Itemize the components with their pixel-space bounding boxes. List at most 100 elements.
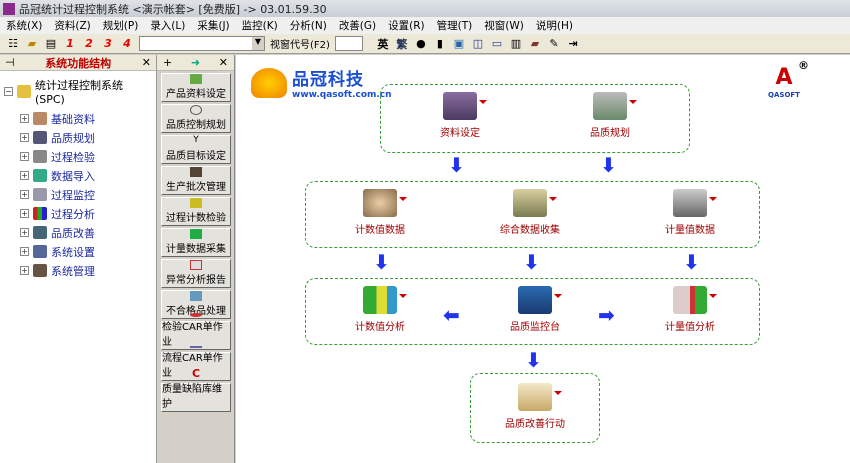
tree-item-label: 数据导入 <box>51 169 95 183</box>
menu-data[interactable]: 资料(Z) <box>48 18 96 33</box>
tree-item-quality-plan[interactable]: + 品质规划 <box>20 128 156 147</box>
chevron-down-icon[interactable]: ▼ <box>252 37 264 50</box>
close-icon[interactable]: ✕ <box>219 56 228 69</box>
tools-icon <box>33 264 47 277</box>
flow-node-attribute-analysis[interactable]: 计数值分析 <box>335 286 425 333</box>
spreadsheet-chart-icon <box>673 286 717 314</box>
quality-target-button[interactable]: Y 品质目标设定 <box>161 135 231 164</box>
terminal-icon <box>190 198 202 208</box>
monitor-icon <box>33 188 47 201</box>
computer-monitor-icon <box>518 286 562 314</box>
expand-icon[interactable]: + <box>20 228 29 237</box>
flow-node-variable-data[interactable]: 计量值数据 <box>645 189 735 236</box>
clipboard-chart-icon <box>513 189 557 217</box>
tree-item-process-monitor[interactable]: + 过程监控 <box>20 185 156 204</box>
shortcut-4-button[interactable]: 4 <box>120 37 134 51</box>
folder-icon[interactable]: ▰ <box>25 37 39 51</box>
calculator-icon[interactable]: ▮ <box>433 37 447 51</box>
window-title: 品冠统计过程控制系统 <演示帐套> [免费版] -> 03.01.59.30 <box>19 2 327 16</box>
node-label: 计数值数据 <box>355 225 405 236</box>
tree-item-quality-improve[interactable]: + 品质改善 <box>20 223 156 242</box>
menu-monitor[interactable]: 监控(K) <box>236 18 284 33</box>
pen-icon[interactable]: ✎ <box>547 37 561 51</box>
refresh-icon: C <box>191 367 201 380</box>
menu-window[interactable]: 视窗(W) <box>478 18 530 33</box>
shortcut-1-button[interactable]: 1 <box>63 37 77 51</box>
control-icon <box>190 105 202 115</box>
expand-icon[interactable]: + <box>20 247 29 256</box>
tree-item-label: 过程检验 <box>51 150 95 164</box>
pin-icon[interactable]: ⊣ <box>5 56 15 69</box>
traditional-chinese-button[interactable]: 繁 <box>395 37 409 51</box>
planner-icon <box>593 92 637 120</box>
expand-icon[interactable]: + <box>20 171 29 180</box>
tree-root[interactable]: − 统计过程控制系统 (SPC) <box>4 77 156 106</box>
tree-item-data-import[interactable]: + 数据导入 <box>20 166 156 185</box>
menu-input[interactable]: 录入(L) <box>144 18 191 33</box>
writing-icon <box>518 383 562 411</box>
menu-manage[interactable]: 管理(T) <box>431 18 479 33</box>
expand-icon[interactable]: + <box>20 190 29 199</box>
tree-item-basic-data[interactable]: + 基础资料 <box>20 109 156 128</box>
menu-improve[interactable]: 改善(G) <box>333 18 382 33</box>
menu-analysis[interactable]: 分析(N) <box>284 18 333 33</box>
window-select[interactable]: ▼ <box>139 36 265 51</box>
expand-icon[interactable]: + <box>20 152 29 161</box>
expand-icon[interactable]: + <box>20 266 29 275</box>
variable-data-collect-button[interactable]: 计量数据采集 <box>161 228 231 257</box>
ambulance-icon <box>190 260 202 270</box>
flow-node-data-collection[interactable]: 综合数据收集 <box>485 189 575 236</box>
flow-node-quality-plan[interactable]: 品质规划 <box>565 92 655 139</box>
import-icon <box>33 169 47 182</box>
menu-system[interactable]: 系统(X) <box>0 18 48 33</box>
quality-control-plan-button[interactable]: 品质控制规划 <box>161 104 231 133</box>
exit-icon[interactable]: ⇥ <box>566 37 580 51</box>
menu-help[interactable]: 说明(H) <box>530 18 579 33</box>
expand-icon[interactable]: + <box>20 133 29 142</box>
expand-icon[interactable]: + <box>20 114 29 123</box>
batch-manage-button[interactable]: 生产批次管理 <box>161 166 231 195</box>
tree-icon[interactable]: ☷ <box>6 37 20 51</box>
document-icon[interactable]: ▤ <box>44 37 58 51</box>
shortcut-2-button[interactable]: 2 <box>82 37 96 51</box>
close-icon[interactable]: ✕ <box>142 56 151 69</box>
button-label: 异常分析报告 <box>166 275 226 286</box>
calculator-icon <box>673 189 717 217</box>
cascade-icon[interactable]: ▭ <box>490 37 504 51</box>
collapse-icon[interactable]: − <box>4 87 13 96</box>
tree-item-process-analysis[interactable]: + 过程分析 <box>20 204 156 223</box>
abnormal-report-button[interactable]: 异常分析报告 <box>161 259 231 288</box>
bar-chart-icon <box>33 207 47 220</box>
menu-settings[interactable]: 设置(R) <box>382 18 431 33</box>
tree-item-process-inspection[interactable]: + 过程检验 <box>20 147 156 166</box>
tree-item-label: 过程监控 <box>51 188 95 202</box>
flow-node-quality-improve[interactable]: 品质改善行动 <box>490 383 580 430</box>
menu-bar: 系统(X) 资料(Z) 规划(P) 录入(L) 采集(J) 监控(K) 分析(N… <box>0 17 850 34</box>
arrow-right-icon[interactable]: ➜ <box>191 56 200 69</box>
product-data-button[interactable]: 产品资料设定 <box>161 73 231 102</box>
inspection-icon <box>33 150 47 163</box>
add-icon[interactable]: + <box>163 56 172 69</box>
menu-collect[interactable]: 采集(J) <box>191 18 235 33</box>
flow-node-variable-analysis[interactable]: 计量值分析 <box>645 286 735 333</box>
shortcut-3-button[interactable]: 3 <box>101 37 115 51</box>
window-code-input[interactable] <box>334 36 363 51</box>
flow-node-attribute-data[interactable]: 计数值数据 <box>335 189 425 236</box>
quality-plan-icon <box>33 131 47 144</box>
book-icon[interactable]: ▰ <box>528 37 542 51</box>
tile-icon[interactable]: ◫ <box>471 37 485 51</box>
panel-title: 系统功能结构 <box>45 56 112 70</box>
button-label: 品质控制规划 <box>166 120 226 131</box>
clipboard-icon[interactable]: ▥ <box>509 37 523 51</box>
flow-node-data-setup[interactable]: 资料设定 <box>415 92 505 139</box>
defect-library-button[interactable]: C 质量缺陷库维护 <box>161 368 231 412</box>
flow-node-monitor-console[interactable]: 品质监控台 <box>490 286 580 333</box>
attribute-inspection-button[interactable]: 过程计数检验 <box>161 197 231 226</box>
tree-item-system-manage[interactable]: + 系统管理 <box>20 261 156 280</box>
lock-icon[interactable]: ● <box>414 37 428 51</box>
english-button[interactable]: 英 <box>376 37 390 51</box>
note-icon[interactable]: ▣ <box>452 37 466 51</box>
expand-icon[interactable]: + <box>20 209 29 218</box>
menu-plan[interactable]: 规划(P) <box>97 18 145 33</box>
tree-item-system-settings[interactable]: + 系统设置 <box>20 242 156 261</box>
